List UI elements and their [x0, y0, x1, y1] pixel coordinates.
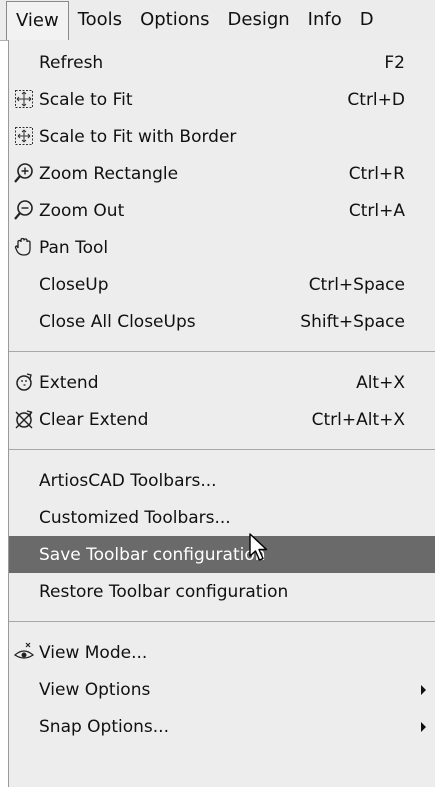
menu-item-pan-tool[interactable]: Pan Tool	[9, 229, 435, 266]
menu-item-shortcut: Ctrl+A	[348, 200, 405, 221]
clear-extend-icon	[11, 406, 37, 432]
menu-item-label: CloseUp	[39, 274, 109, 295]
menu-item-view-options[interactable]: View Options	[9, 671, 435, 708]
menu-item-label: View Options	[39, 679, 151, 700]
menu-item-label: Snap Options...	[39, 716, 169, 737]
view-menu-dropdown: Refresh F2 Scale to Fit Ctrl+D Scale to …	[8, 40, 435, 787]
scale-to-fit-icon	[11, 86, 37, 112]
menu-item-scale-to-fit[interactable]: Scale to Fit Ctrl+D	[9, 81, 435, 118]
menu-item-extend[interactable]: Extend Alt+X	[9, 364, 435, 401]
menu-item-restore-toolbar-configuration[interactable]: Restore Toolbar configuration	[9, 573, 435, 610]
extend-icon	[11, 369, 37, 395]
menu-item-label: Customized Toolbars...	[39, 507, 231, 528]
menubar-options[interactable]: Options	[131, 0, 218, 40]
menu-item-label: Restore Toolbar configuration	[39, 581, 289, 602]
submenu-arrow-icon	[421, 684, 426, 695]
menu-bar: View Tools Options Design Info D	[0, 0, 435, 41]
scale-to-fit-border-icon	[11, 123, 37, 149]
menu-item-refresh[interactable]: Refresh F2	[9, 44, 435, 81]
menu-item-snap-options[interactable]: Snap Options...	[9, 708, 435, 745]
menu-item-label: View Mode...	[39, 642, 148, 663]
menu-item-shortcut: Ctrl+Alt+X	[311, 409, 405, 430]
menu-item-label: Close All CloseUps	[39, 311, 196, 332]
menubar-tools[interactable]: Tools	[69, 0, 131, 40]
menu-separator	[9, 621, 435, 622]
menu-item-label: Clear Extend	[39, 409, 149, 430]
menu-item-close-all-closeups[interactable]: Close All CloseUps Shift+Space	[9, 303, 435, 340]
menu-item-label: Scale to Fit with Border	[39, 126, 237, 147]
eye-icon	[11, 639, 37, 665]
menubar-info[interactable]: Info	[299, 0, 351, 40]
menubar-view[interactable]: View	[6, 0, 69, 40]
menu-separator	[9, 449, 435, 450]
menu-item-label: Zoom Rectangle	[39, 163, 179, 184]
menu-item-artioscad-toolbars[interactable]: ArtiosCAD Toolbars...	[9, 462, 435, 499]
menu-item-scale-to-fit-border[interactable]: Scale to Fit with Border	[9, 118, 435, 155]
menu-item-zoom-out[interactable]: Zoom Out Ctrl+A	[9, 192, 435, 229]
menu-item-label: Scale to Fit	[39, 89, 133, 110]
menu-item-save-toolbar-configuration[interactable]: Save Toolbar configuration	[9, 536, 435, 573]
menu-item-clear-extend[interactable]: Clear Extend Ctrl+Alt+X	[9, 401, 435, 438]
menu-item-zoom-rectangle[interactable]: Zoom Rectangle Ctrl+R	[9, 155, 435, 192]
zoom-in-icon	[11, 160, 37, 186]
menu-item-label: Save Toolbar configuration	[39, 544, 266, 565]
menu-item-shortcut: Alt+X	[356, 372, 405, 393]
menu-separator	[9, 351, 435, 352]
menu-item-shortcut: Shift+Space	[300, 311, 405, 332]
menu-item-shortcut: F2	[384, 52, 405, 73]
menu-item-closeup[interactable]: CloseUp Ctrl+Space	[9, 266, 435, 303]
menubar-design[interactable]: Design	[219, 0, 299, 40]
zoom-out-icon	[11, 197, 37, 223]
menu-item-customized-toolbars[interactable]: Customized Toolbars...	[9, 499, 435, 536]
mouse-pointer-icon	[249, 533, 268, 561]
menu-item-label: ArtiosCAD Toolbars...	[39, 470, 217, 491]
menu-item-label: Extend	[39, 372, 99, 393]
hand-icon	[11, 234, 37, 260]
menu-item-shortcut: Ctrl+Space	[308, 274, 405, 295]
menu-item-label: Zoom Out	[39, 200, 125, 221]
menu-item-shortcut: Ctrl+D	[347, 89, 405, 110]
menu-item-shortcut: Ctrl+R	[348, 163, 405, 184]
menubar-d[interactable]: D	[351, 0, 383, 40]
submenu-arrow-icon	[421, 721, 426, 732]
menu-item-label: Refresh	[39, 52, 104, 73]
menu-item-view-mode[interactable]: View Mode...	[9, 634, 435, 671]
menu-item-label: Pan Tool	[39, 237, 109, 258]
